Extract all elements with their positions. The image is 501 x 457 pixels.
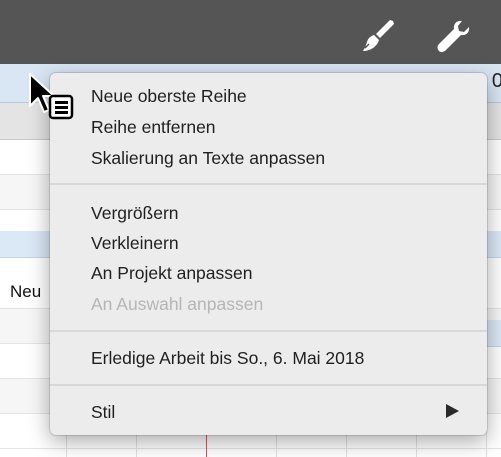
menu-item-verkleinern[interactable]: Verkleinern xyxy=(91,228,179,258)
menu-item-reihe-entfernen[interactable]: Reihe entfernen xyxy=(91,112,216,142)
paintbrush-icon[interactable] xyxy=(360,18,396,54)
submenu-arrow-icon xyxy=(446,404,459,418)
menu-separator xyxy=(50,330,487,332)
menu-item-vergroessern[interactable]: Vergrößern xyxy=(91,198,179,228)
menu-separator xyxy=(50,183,487,185)
context-menu-cursor-icon xyxy=(29,73,74,120)
menu-item-neue-oberste-reihe[interactable]: Neue oberste Reihe xyxy=(91,81,247,111)
menu-item-erledige-arbeit[interactable]: Erledige Arbeit bis So., 6. Mai 2018 xyxy=(91,343,364,373)
header-digit: 0 xyxy=(491,70,501,92)
menu-item-an-projekt-anpassen[interactable]: An Projekt anpassen xyxy=(91,258,253,288)
wrench-icon[interactable] xyxy=(435,18,471,54)
row-label: Neu xyxy=(10,282,42,301)
menu-item-an-auswahl-anpassen: An Auswahl anpassen xyxy=(91,294,264,314)
menu-item-skalierung-anpassen[interactable]: Skalierung an Texte anpassen xyxy=(91,143,325,173)
context-menu: Neue oberste Reihe Reihe entfernen Skali… xyxy=(50,73,487,435)
menu-separator xyxy=(50,384,487,386)
today-marker xyxy=(206,434,207,457)
toolbar xyxy=(0,0,501,64)
menu-item-stil[interactable]: Stil xyxy=(91,397,115,427)
